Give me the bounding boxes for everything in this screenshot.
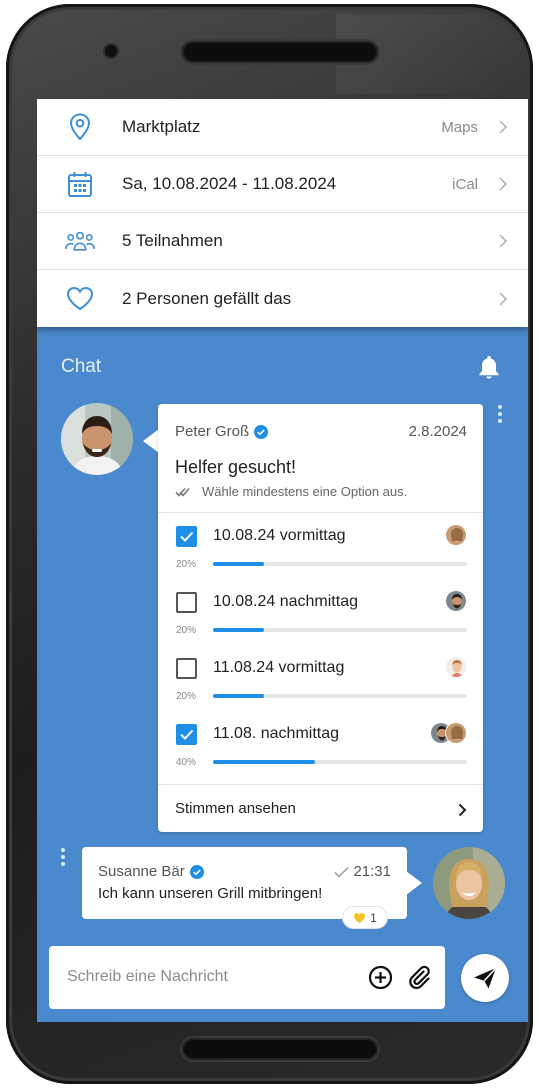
poll-bubble-tail [143,429,159,453]
participants-label: 5 Teilnahmen [122,231,223,250]
message-author-name: Susanne Bär [98,863,185,880]
verified-badge-icon [189,864,204,879]
ical-link[interactable]: iCal [452,176,478,193]
info-row-date[interactable]: Sa, 10.08.2024 - 11.08.2024 iCal [37,156,528,213]
avatar-peter[interactable] [61,403,133,475]
see-votes-link[interactable]: Stimmen ansehen [175,800,296,817]
heart-icon [65,284,95,314]
poll-option-label: 11.08. nachmittag [213,725,340,742]
bottom-speaker [182,1038,378,1060]
phone-frame: Marktplatz Maps Sa, 10.08.2024 - 11.08.2… [6,4,533,1084]
poll-hint: Wähle mindestens eine Option aus. [175,484,407,499]
poll-progress-fill [213,694,264,698]
location-pin-icon [65,112,95,142]
poll-date: 2.8.2024 [408,423,467,440]
front-camera [105,45,117,57]
reaction-badge[interactable]: 1 [342,906,388,929]
voter-avatar [445,722,467,744]
chevron-right-icon [499,177,508,191]
poll-progress-bar [213,760,467,764]
add-icon[interactable] [368,965,393,990]
checkbox-unchecked[interactable] [176,658,197,679]
checkbox-checked[interactable] [176,724,197,745]
poll-option-label: 10.08.24 vormittag [213,527,346,544]
bell-icon[interactable] [477,354,501,380]
poll-option[interactable]: 10.08.24 vormittag 20% [158,524,483,592]
paperclip-icon[interactable] [407,964,433,990]
message-author: Susanne Bär [98,863,204,880]
message-input[interactable] [67,964,347,990]
poll-message: Peter Groß 2.8.2024 Helfer gesucht! Wähl… [158,404,483,832]
chevron-right-icon [499,120,508,134]
info-row-participants[interactable]: 5 Teilnahmen [37,213,528,270]
divider [158,512,483,513]
info-row-location[interactable]: Marktplatz Maps [37,99,528,156]
poll-option[interactable]: 11.08. nachmittag 40% [158,722,483,790]
poll-progress-fill [213,760,315,764]
voter-avatars [445,656,467,678]
poll-question: Helfer gesucht! [175,457,297,477]
checkbox-checked[interactable] [176,526,197,547]
poll-option-label: 10.08.24 nachmittag [213,593,358,610]
message-composer [49,946,445,1009]
poll-progress-bar [213,562,467,566]
poll-options-menu[interactable] [497,405,503,423]
poll-option[interactable]: 11.08.24 vormittag 20% [158,656,483,724]
chevron-right-icon[interactable] [457,803,467,817]
divider [158,784,483,785]
poll-progress-fill [213,628,264,632]
likes-label: 2 Personen gefällt das [122,288,292,308]
poll-option[interactable]: 10.08.24 nachmittag 20% [158,590,483,658]
calendar-icon [65,169,95,199]
message-time: 21:31 [334,863,391,880]
poll-progress-fill [213,562,264,566]
voter-avatars [445,524,467,546]
poll-option-label: 11.08.24 vormittag [213,659,345,676]
send-button[interactable] [461,954,509,1002]
app-screen: Marktplatz Maps Sa, 10.08.2024 - 11.08.2… [37,99,528,1022]
message-bubble-tail [406,871,422,895]
double-check-icon [175,487,190,497]
date-label: Sa, 10.08.2024 - 11.08.2024 [122,174,337,193]
location-label: Marktplatz [122,117,201,136]
avatar-susanne[interactable] [433,847,505,919]
send-icon [474,967,497,989]
voter-avatar [445,524,467,546]
message-options-menu[interactable] [60,848,66,866]
poll-progress-bar [213,694,467,698]
yellow-heart-icon [354,912,366,923]
chevron-right-icon [499,291,508,306]
checkbox-unchecked[interactable] [176,592,197,613]
maps-link[interactable]: Maps [441,119,478,136]
poll-option-percent: 20% [176,691,197,702]
voter-avatars [445,590,467,612]
chevron-right-icon [499,234,508,248]
chat-title: Chat [61,356,102,377]
people-icon [65,226,95,256]
event-info-list: Marktplatz Maps Sa, 10.08.2024 - 11.08.2… [37,99,528,327]
poll-option-percent: 20% [176,625,197,636]
poll-option-percent: 40% [176,757,197,768]
check-icon [334,866,349,878]
voter-avatar [445,590,467,612]
poll-hint-text: Wähle mindestens eine Option aus. [202,484,408,499]
message-time-text: 21:31 [353,863,391,880]
poll-author: Peter Groß [175,423,269,440]
poll-author-name: Peter Groß [175,423,250,440]
reaction-count: 1 [370,910,377,925]
poll-option-percent: 20% [176,559,197,570]
poll-progress-bar [213,628,467,632]
top-speaker [182,41,378,63]
voter-avatars [430,722,467,744]
message-text: Ich kann unseren Grill mitbringen! [98,885,323,902]
verified-badge-icon [254,424,269,439]
info-row-likes[interactable]: 2 Personen gefällt das [37,270,528,327]
voter-avatar [445,656,467,678]
